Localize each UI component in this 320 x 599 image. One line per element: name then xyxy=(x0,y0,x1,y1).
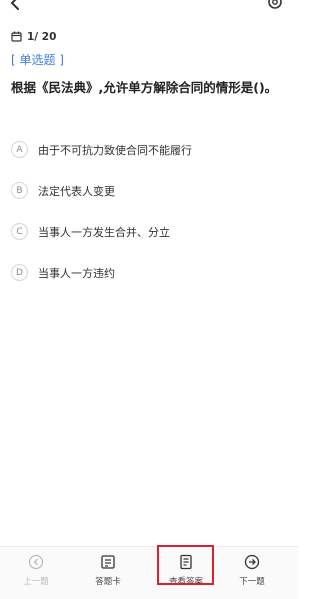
option-a[interactable]: A 由于不可抗力致使合同不能履行 xyxy=(11,141,192,158)
next-question-button[interactable]: 下一题 xyxy=(222,553,282,587)
arrow-left-circle-icon xyxy=(6,553,66,571)
option-c[interactable]: C 当事人一方发生合并、分立 xyxy=(11,223,170,240)
option-text: 由于不可抗力致使合同不能履行 xyxy=(38,143,192,157)
answer-card-label: 答题卡 xyxy=(95,577,121,587)
calendar-icon xyxy=(11,27,22,46)
option-text: 法定代表人变更 xyxy=(38,184,115,198)
option-b[interactable]: B 法定代表人变更 xyxy=(11,182,115,199)
back-icon[interactable] xyxy=(8,0,22,16)
settings-icon[interactable] xyxy=(266,0,284,15)
option-text: 当事人一方发生合并、分立 xyxy=(38,225,170,239)
option-d[interactable]: D 当事人一方违约 xyxy=(11,264,115,281)
question-text: 根据《民法典》,允许单方解除合同的情形是()。 xyxy=(11,80,278,95)
option-letter: A xyxy=(11,141,28,158)
prev-question-label: 上一题 xyxy=(23,577,49,587)
option-letter: C xyxy=(11,223,28,240)
next-question-label: 下一题 xyxy=(239,577,265,587)
answer-card-icon xyxy=(78,553,138,571)
prev-question-button[interactable]: 上一题 xyxy=(6,553,66,587)
bottom-nav: 上一题 答题卡 查看答案 下一题 xyxy=(0,546,298,599)
arrow-right-circle-icon xyxy=(222,553,282,571)
question-counter: 1/ 20 xyxy=(11,27,56,46)
top-bar xyxy=(0,0,298,14)
option-letter: D xyxy=(11,264,28,281)
option-letter: B xyxy=(11,182,28,199)
answer-card-button[interactable]: 答题卡 xyxy=(78,553,138,587)
highlight-annotation-box xyxy=(157,545,214,585)
option-text: 当事人一方违约 xyxy=(38,266,115,280)
question-type-label: [ 单选题 ] xyxy=(11,53,64,67)
question-counter-text: 1/ 20 xyxy=(27,30,57,43)
